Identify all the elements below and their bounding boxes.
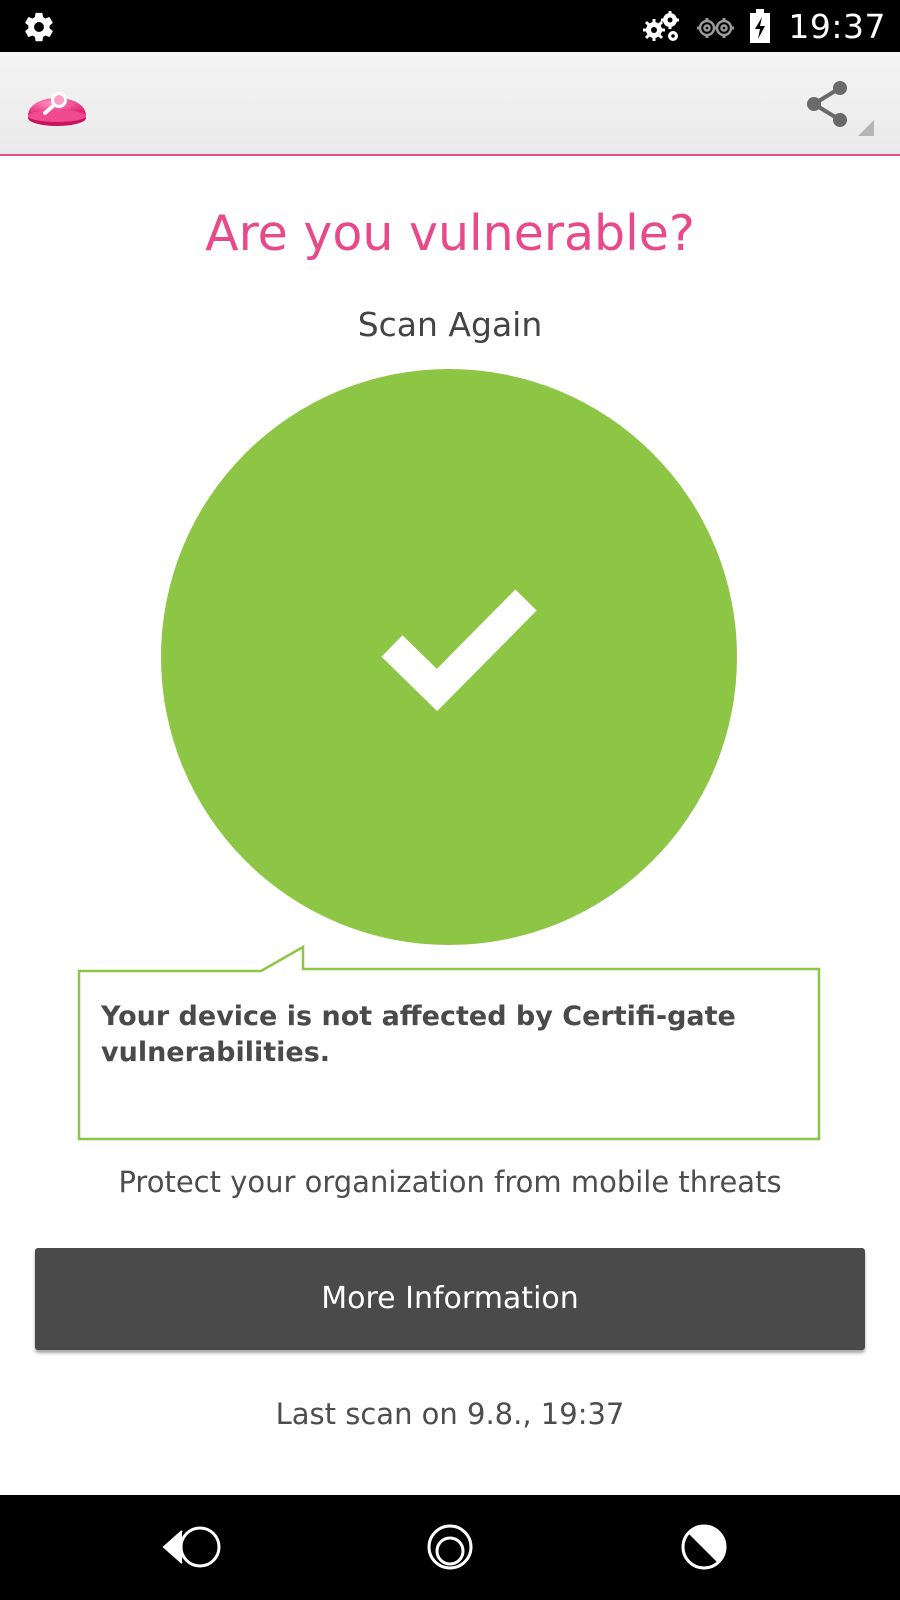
- status-bar: 19:37: [0, 0, 900, 52]
- status-icons: 19:37: [640, 0, 886, 52]
- scan-again-button[interactable]: Scan Again: [300, 300, 600, 350]
- result-message-callout: Your device is not affected by Certifi-g…: [77, 944, 821, 1141]
- navigation-bar: [0, 1495, 900, 1600]
- recents-icon[interactable]: [672, 1519, 736, 1575]
- app-bar: [0, 52, 900, 156]
- app-logo: [28, 92, 86, 126]
- last-scan-timestamp: Last scan on 9.8., 19:37: [275, 1397, 625, 1431]
- battery-charging-icon: [750, 9, 771, 43]
- back-icon[interactable]: [160, 1519, 224, 1575]
- status-time: 19:37: [788, 6, 886, 46]
- page-title: Are you vulnerable?: [205, 205, 695, 262]
- home-icon[interactable]: [418, 1519, 482, 1575]
- share-icon[interactable]: [800, 76, 856, 132]
- result-status-circle: [161, 369, 737, 945]
- gears-outline-icon: [697, 18, 735, 38]
- checkmark-icon: [381, 589, 537, 712]
- screen: 19:37 Are you vulnerable? Scan Again You…: [0, 0, 900, 1600]
- gears-icon: [643, 11, 680, 41]
- more-information-button[interactable]: More Information: [35, 1248, 865, 1350]
- settings-gear-icon: [25, 12, 53, 42]
- tagline: Protect your organization from mobile th…: [118, 1165, 782, 1199]
- result-message: Your device is not affected by Certifi-g…: [101, 1001, 736, 1068]
- overflow-menu-indicator[interactable]: [858, 120, 874, 136]
